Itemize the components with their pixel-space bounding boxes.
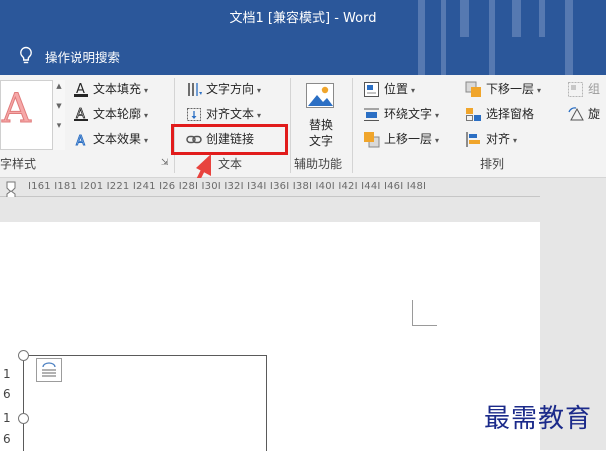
selection-pane-label: 选择窗格 <box>486 107 535 121</box>
wrap-text-icon <box>364 108 379 121</box>
chevron-down-icon: ▾ <box>537 86 542 95</box>
layout-options-glyph <box>42 362 56 377</box>
watermark-logo: 最需教育 <box>484 404 593 434</box>
align-text-button[interactable]: 对齐文本 ▾ <box>186 103 261 125</box>
group-label-accessibility: 辅助功能 <box>294 157 343 171</box>
title-bar-decoration <box>441 37 446 75</box>
chevron-down-icon: ▾ <box>435 136 440 145</box>
bring-forward-icon <box>364 132 380 148</box>
chevron-down-icon: ▾ <box>144 86 149 95</box>
margin-mark: 1 <box>3 411 11 425</box>
align-text-icon <box>187 108 201 121</box>
chevron-down-icon: ▾ <box>257 86 262 95</box>
text-fill-icon: A <box>74 82 88 97</box>
resize-handle[interactable] <box>18 413 29 424</box>
margin-mark: 6 <box>3 387 11 401</box>
group-objects-icon <box>568 82 583 97</box>
ruler-end <box>540 178 606 197</box>
margin-mark: 1 <box>3 367 11 381</box>
align-icon <box>466 132 480 147</box>
chevron-down-icon: ▾ <box>513 136 518 145</box>
send-backward-label: 下移一层 <box>486 82 535 96</box>
align-button[interactable]: 对齐 ▾ <box>465 128 517 150</box>
margin-corner-mark <box>412 300 437 326</box>
align-label: 对齐 <box>486 132 511 146</box>
wrap-text-button[interactable]: 环绕文字 ▾ <box>363 103 439 125</box>
text-direction-button[interactable]: 文字方向 ▾ <box>186 78 261 100</box>
chevron-down-icon: ▾ <box>144 136 149 145</box>
alt-text-label-line2: 文字 <box>308 134 333 148</box>
send-backward-button[interactable]: 下移一层 ▾ <box>465 78 541 100</box>
rotate-button[interactable]: 旋 <box>567 103 600 125</box>
window-title: 文档1 [兼容模式] - Word <box>229 11 377 26</box>
alt-text-button[interactable]: 替换 文字 <box>294 80 348 152</box>
title-bar-decoration <box>565 37 573 75</box>
bring-forward-button[interactable]: 上移一层 ▾ <box>363 128 439 150</box>
text-outline-icon: A <box>74 107 88 122</box>
layout-options-icon[interactable] <box>36 358 62 382</box>
chevron-down-icon: ▾ <box>257 111 262 120</box>
text-direction-icon <box>188 83 202 96</box>
bring-forward-label: 上移一层 <box>384 132 433 146</box>
selection-pane-icon <box>466 108 481 121</box>
gallery-up-icon[interactable]: ▲ <box>53 82 65 90</box>
group-separator <box>352 78 353 173</box>
chevron-down-icon: ▾ <box>411 86 416 95</box>
group-label-text: 文本 <box>218 157 243 171</box>
group-separator <box>290 78 291 173</box>
group-label-art-styles: 字样式 <box>0 157 37 171</box>
text-effect-label: 文本效果 <box>93 132 142 146</box>
text-fill-label: 文本填充 <box>93 82 142 96</box>
rotate-label: 旋 <box>588 107 601 121</box>
title-bar-decoration <box>418 37 425 75</box>
group-button[interactable]: 组 <box>567 78 600 100</box>
wordart-style-preview[interactable]: A <box>2 86 32 133</box>
chevron-down-icon: ▾ <box>144 111 149 120</box>
chevron-down-icon: ▾ <box>435 111 440 120</box>
text-outline-button[interactable]: A 文本轮廓 ▾ <box>73 103 148 125</box>
text-fill-button[interactable]: A 文本填充 ▾ <box>73 78 148 100</box>
position-button[interactable]: 位置 ▾ <box>363 78 415 100</box>
text-outline-label: 文本轮廓 <box>93 107 142 121</box>
group-label-arrange: 排列 <box>480 157 505 171</box>
gallery-scroll[interactable]: ▲ ▼ ▾ <box>52 80 65 150</box>
rotate-icon <box>568 107 584 121</box>
resize-handle[interactable] <box>18 350 29 361</box>
text-effect-button[interactable]: A 文本效果 ▾ <box>73 128 149 150</box>
align-text-label: 对齐文本 <box>206 107 255 121</box>
text-direction-label: 文字方向 <box>206 82 255 96</box>
ruler-ticks: I161 I181 I201 I221 I241 I26 I28I I30I I… <box>28 181 427 192</box>
position-label: 位置 <box>384 82 409 96</box>
lightbulb-icon[interactable] <box>18 46 34 66</box>
text-effect-icon: A <box>76 134 86 149</box>
alt-text-icon <box>306 83 334 108</box>
svg-text:A: A <box>76 134 85 148</box>
title-bar-decoration <box>489 37 495 75</box>
wrap-text-label: 环绕文字 <box>384 107 433 121</box>
group-label-partial: 组 <box>588 82 601 96</box>
tell-me-search[interactable]: 操作说明搜索 <box>45 47 120 66</box>
alt-text-label-line1: 替换 <box>308 118 333 132</box>
send-backward-icon <box>465 81 481 97</box>
selection-pane-button[interactable]: 选择窗格 <box>465 103 534 125</box>
margin-mark: 6 <box>3 432 11 446</box>
gallery-more-icon[interactable]: ▾ <box>53 121 65 131</box>
gallery-down-icon[interactable]: ▼ <box>53 102 65 110</box>
position-icon <box>364 82 379 97</box>
